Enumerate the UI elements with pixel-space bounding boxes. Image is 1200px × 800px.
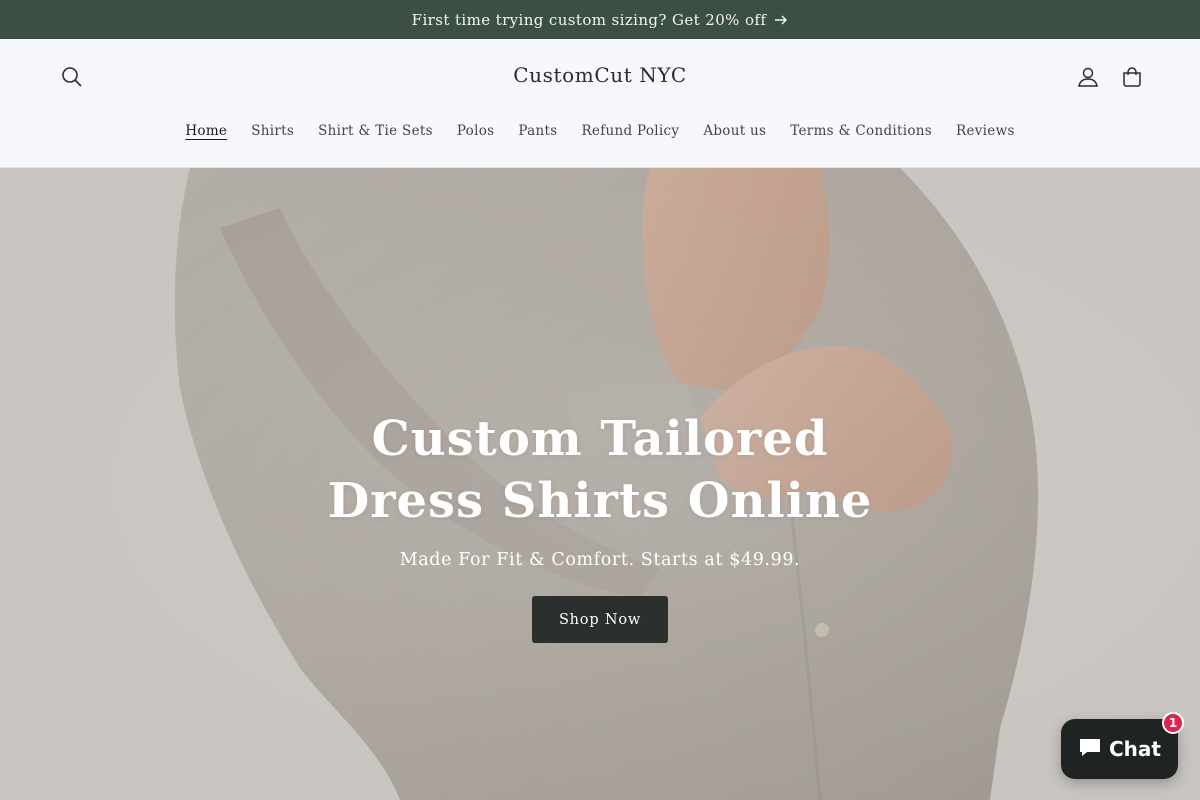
nav-refund-policy[interactable]: Refund Policy — [569, 123, 691, 139]
announcement-bar[interactable]: First time trying custom sizing? Get 20%… — [0, 0, 1200, 39]
site-header: CustomCut NYC Home Shirts Shirt & Tie Se… — [0, 39, 1200, 168]
cart-icon[interactable] — [1118, 63, 1146, 91]
nav-polos[interactable]: Polos — [445, 123, 507, 139]
hero-content: Custom Tailored Dress Shirts Online Made… — [0, 408, 1200, 643]
shop-now-button[interactable]: Shop Now — [532, 596, 668, 643]
site-logo[interactable]: CustomCut NYC — [400, 63, 800, 87]
nav-reviews[interactable]: Reviews — [944, 123, 1027, 139]
nav-pants[interactable]: Pants — [506, 123, 569, 139]
chat-bubble-icon — [1078, 736, 1102, 763]
nav-about-us[interactable]: About us — [691, 123, 778, 139]
nav-shirt-tie-sets[interactable]: Shirt & Tie Sets — [306, 123, 445, 139]
chat-button[interactable]: Chat — [1061, 719, 1178, 779]
chat-notification-badge: 1 — [1162, 712, 1184, 734]
nav-terms-conditions[interactable]: Terms & Conditions — [778, 123, 944, 139]
main-navigation: Home Shirts Shirt & Tie Sets Polos Pants… — [0, 119, 1200, 143]
hero-title: Custom Tailored Dress Shirts Online — [327, 411, 873, 529]
nav-shirts[interactable]: Shirts — [239, 123, 306, 139]
hero-subtitle: Made For Fit & Comfort. Starts at $49.99… — [399, 550, 801, 570]
arrow-right-icon — [774, 14, 788, 26]
announcement-text[interactable]: First time trying custom sizing? Get 20%… — [412, 11, 767, 29]
account-icon[interactable] — [1074, 63, 1102, 91]
search-icon[interactable] — [58, 63, 86, 91]
hero-banner: Custom Tailored Dress Shirts Online Made… — [0, 168, 1200, 800]
nav-home[interactable]: Home — [173, 123, 239, 139]
chat-label: Chat — [1109, 737, 1161, 761]
